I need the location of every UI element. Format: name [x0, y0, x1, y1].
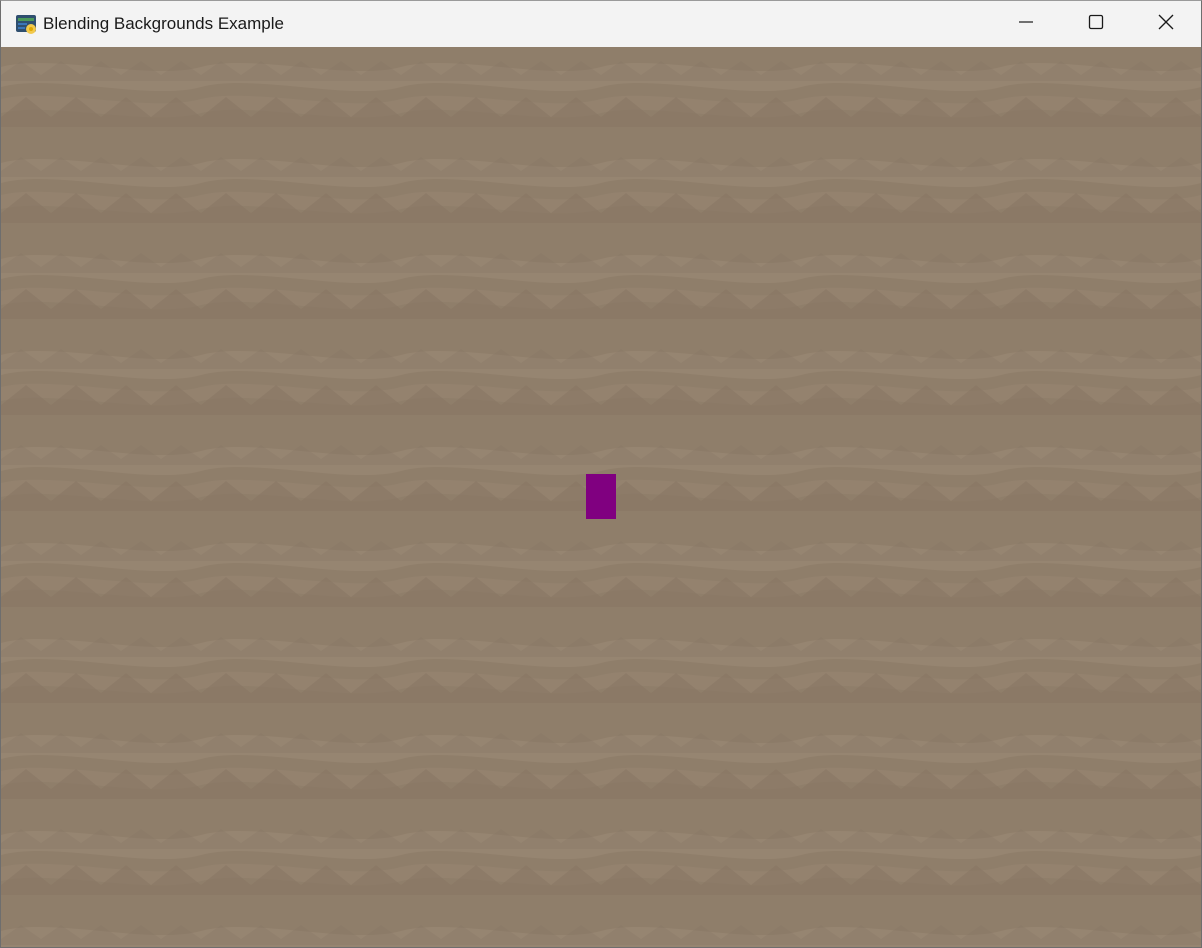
maximize-icon — [1088, 14, 1104, 35]
game-canvas[interactable] — [1, 47, 1201, 947]
minimize-icon — [1018, 14, 1034, 35]
app-window: Blending Backgrounds Example — [0, 0, 1202, 948]
title-bar[interactable]: Blending Backgrounds Example — [1, 1, 1201, 47]
maximize-button[interactable] — [1061, 1, 1131, 47]
minimize-button[interactable] — [991, 1, 1061, 47]
close-icon — [1158, 14, 1174, 35]
player-sprite — [586, 474, 616, 519]
window-title: Blending Backgrounds Example — [43, 14, 284, 33]
close-button[interactable] — [1131, 1, 1201, 47]
python-app-icon — [15, 13, 37, 35]
